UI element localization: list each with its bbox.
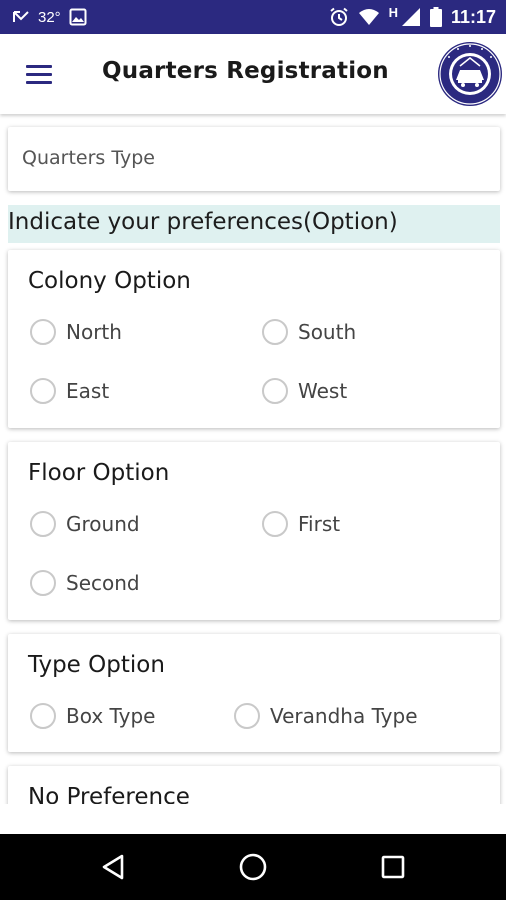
radio-circle[interactable] <box>262 511 288 537</box>
radio-label: Second <box>66 571 140 595</box>
battery-icon <box>429 7 442 27</box>
radio-circle[interactable] <box>30 511 56 537</box>
recents-icon[interactable] <box>373 848 413 886</box>
home-icon[interactable] <box>233 848 273 886</box>
radio-circle[interactable] <box>30 378 56 404</box>
radio-circle[interactable] <box>30 703 56 729</box>
call-missed-icon <box>12 9 30 25</box>
radio-circle[interactable] <box>262 378 288 404</box>
radio-floor-second[interactable]: Second <box>30 570 140 596</box>
radio-label: West <box>298 379 348 403</box>
no-preference-title: No Preference <box>28 784 190 804</box>
radio-circle[interactable] <box>262 319 288 345</box>
floor-option-card: Floor Option Ground First Second <box>8 442 500 620</box>
radio-label: North <box>66 320 122 344</box>
wifi-icon <box>358 8 380 26</box>
radio-label: Verandha Type <box>270 704 418 728</box>
back-icon[interactable] <box>93 848 133 886</box>
quarters-type-input[interactable] <box>22 147 482 169</box>
quarters-type-card <box>8 127 500 191</box>
radio-type-box[interactable]: Box Type <box>30 703 155 729</box>
signal-icon <box>401 7 421 27</box>
radio-label: Box Type <box>66 704 156 728</box>
type-option-card: Type Option Box Type Verandha Type <box>8 634 500 752</box>
network-type-label: H <box>388 4 398 20</box>
radio-circle[interactable] <box>30 570 56 596</box>
radio-colony-north[interactable]: North <box>30 319 122 345</box>
status-bar: 32° H 11:17 <box>0 0 506 34</box>
clock-time: 11:17 <box>450 6 496 27</box>
radio-label: Ground <box>66 512 140 536</box>
radio-floor-first[interactable]: First <box>262 511 340 537</box>
temperature-text: 32° <box>38 8 61 26</box>
type-option-title: Type Option <box>28 652 165 678</box>
colony-option-title: Colony Option <box>28 268 191 294</box>
preferences-banner: Indicate your preferences(Option) <box>8 205 500 243</box>
radio-colony-east[interactable]: East <box>30 378 109 404</box>
radio-circle[interactable] <box>234 703 260 729</box>
no-preference-card: No Preference <box>8 766 500 804</box>
floor-option-title: Floor Option <box>28 460 170 486</box>
radio-colony-west[interactable]: West <box>262 378 347 404</box>
hamburger-menu-icon[interactable] <box>20 58 58 90</box>
app-bar: Quarters Registration <box>0 34 506 114</box>
navigation-bar <box>0 834 506 900</box>
radio-floor-ground[interactable]: Ground <box>30 511 140 537</box>
preferences-heading: Indicate your preferences(Option) <box>8 209 398 235</box>
radio-type-verandha[interactable]: Verandha Type <box>234 703 418 729</box>
page-title: Quarters Registration <box>102 58 389 84</box>
alarm-icon <box>329 7 349 27</box>
form-content: Indicate your preferences(Option) Colony… <box>0 114 506 804</box>
radio-label: South <box>298 320 357 344</box>
image-icon <box>69 8 87 26</box>
colony-option-card: Colony Option North South East West <box>8 250 500 428</box>
radio-circle[interactable] <box>30 319 56 345</box>
radio-colony-south[interactable]: South <box>262 319 356 345</box>
indian-railways-logo <box>436 40 504 108</box>
radio-label: First <box>298 512 341 536</box>
radio-label: East <box>66 379 110 403</box>
